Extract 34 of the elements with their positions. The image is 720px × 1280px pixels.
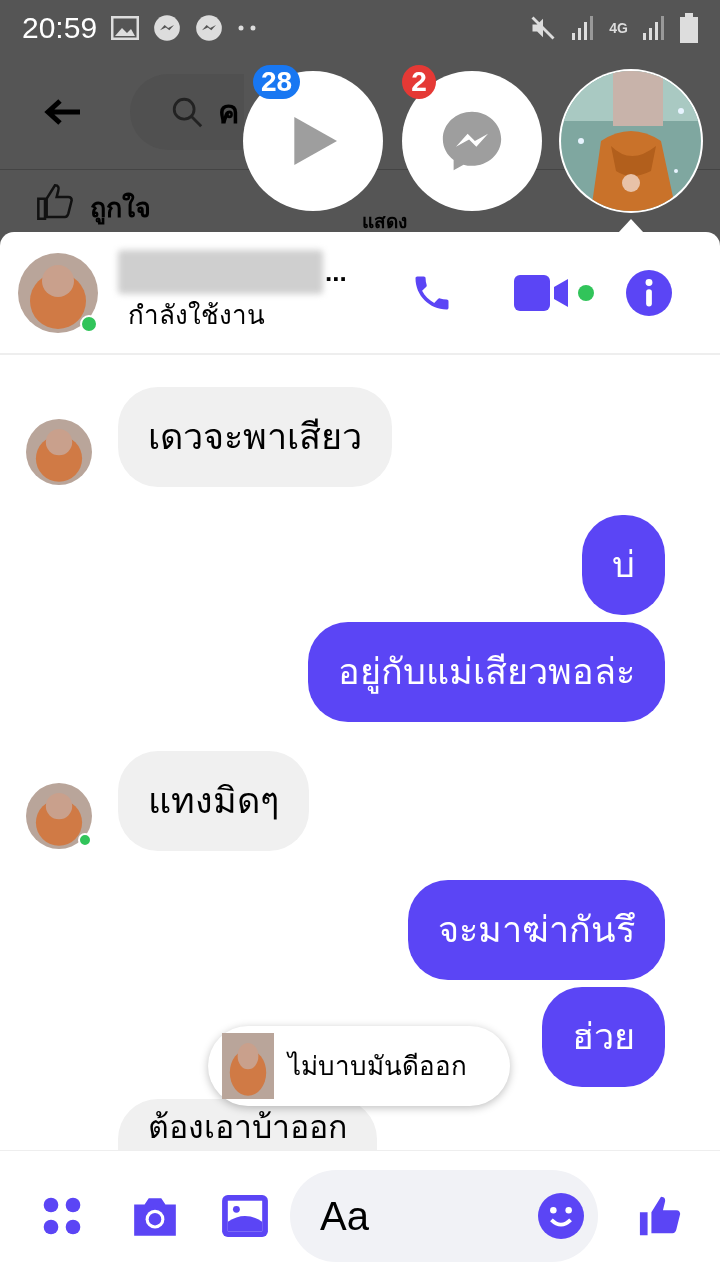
comment-button[interactable]: แสดง: [362, 212, 407, 231]
signal-icon: [642, 14, 666, 41]
video-camera-icon[interactable]: [514, 274, 570, 311]
clock: 20:59: [22, 10, 98, 46]
sender-avatar: [222, 1033, 274, 1099]
presence-status: กำลังใช้งาน: [128, 299, 266, 332]
count-badge: 2: [402, 65, 436, 99]
message-bubble: ฮ่วย: [542, 987, 665, 1087]
message-bubble: ต้องเอาบ้าออก: [118, 1099, 377, 1150]
message-bubble: เดวจะพาเสียว: [118, 387, 392, 487]
search-text: ค: [218, 93, 239, 132]
battery-icon: [680, 12, 698, 43]
search-icon: [170, 95, 204, 129]
messenger-icon: [153, 13, 182, 42]
back-arrow-icon[interactable]: [44, 97, 82, 127]
count-badge: 28: [253, 65, 301, 99]
info-icon[interactable]: [626, 269, 672, 316]
message-input[interactable]: Aa: [290, 1169, 598, 1262]
input-placeholder: Aa: [320, 1192, 370, 1240]
messenger-icon: [195, 13, 224, 42]
signal-icon: [571, 14, 596, 41]
network-type: 4G: [609, 20, 628, 35]
name-ellipsis: ...: [325, 255, 347, 289]
thumbs-up-icon: [34, 182, 76, 222]
message-preview[interactable]: ไม่บาบมันดีออก: [208, 1026, 510, 1106]
image-icon: [111, 15, 140, 40]
emoji-icon[interactable]: [538, 1192, 584, 1239]
preview-text: ไม่บาบมันดีออก: [288, 1049, 467, 1083]
message-bubble: แทงมิดๆ: [118, 751, 309, 851]
message-bubble: บ่: [582, 515, 665, 615]
search-field[interactable]: ค: [130, 74, 244, 150]
gallery-icon[interactable]: [222, 1194, 268, 1237]
message-bubble: จะมาฆ่ากันรึ: [408, 880, 665, 980]
message-bubble: อยู่กับแม่เสียวพอล่ะ: [308, 622, 665, 722]
